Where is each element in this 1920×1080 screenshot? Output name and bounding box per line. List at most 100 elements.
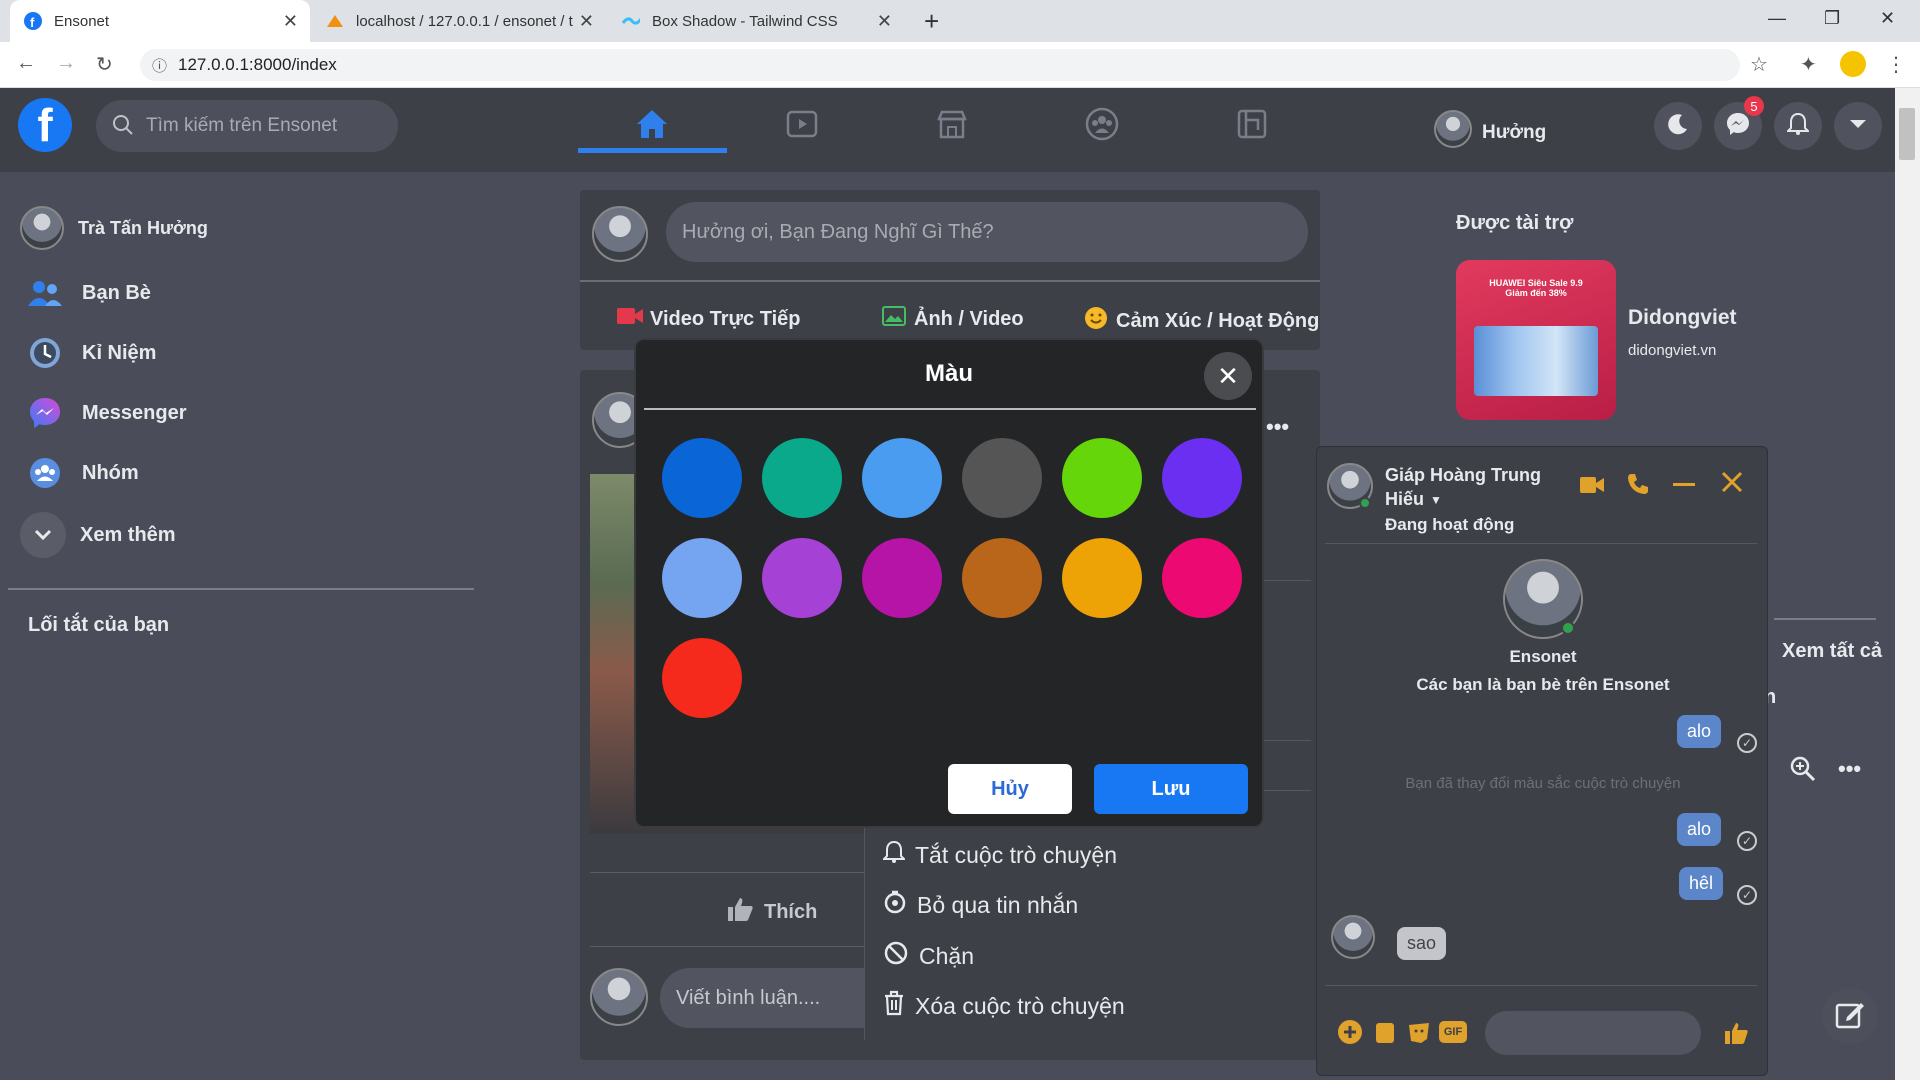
color-swatch[interactable] (1162, 538, 1242, 618)
color-swatch[interactable] (662, 538, 742, 618)
header-user-name[interactable]: Hưởng (1482, 122, 1546, 144)
ad-image[interactable]: HUAWEI Siêu Sale 9.9 Giảm đến 38% (1456, 260, 1616, 420)
cancel-button[interactable]: Hủy (948, 764, 1072, 814)
minimize-window-icon[interactable]: — (1768, 8, 1786, 29)
notifications-button[interactable] (1774, 102, 1822, 150)
ensonet-logo[interactable]: f (18, 98, 72, 152)
color-swatch[interactable] (1062, 438, 1142, 518)
back-arrow-icon[interactable]: ← (16, 52, 36, 75)
sidebar-profile[interactable]: Trà Tấn Hưởng (20, 206, 208, 250)
scrollbar-thumb[interactable] (1899, 108, 1915, 160)
messenger-button[interactable]: 5 (1714, 96, 1764, 150)
color-swatch[interactable] (1162, 438, 1242, 518)
browser-menu-icon[interactable]: ⋮ (1886, 52, 1906, 77)
close-window-icon[interactable]: ✕ (1880, 8, 1895, 29)
bookmark-star-icon[interactable]: ☆ (1750, 52, 1768, 77)
friends-icon (26, 274, 64, 312)
color-swatch[interactable] (862, 538, 942, 618)
browser-tab-ensonet[interactable]: f Ensonet ✕ (10, 0, 310, 42)
message-bubble[interactable]: hêl (1679, 867, 1724, 900)
photo-video-button[interactable]: Ảnh / Video (882, 306, 1024, 332)
message-bubble[interactable]: alo (1677, 813, 1722, 846)
add-attachment-icon[interactable] (1337, 1019, 1363, 1050)
menu-item-delete[interactable]: Xóa cuộc trò chuyện (883, 990, 1125, 1022)
commenter-avatar (590, 968, 648, 1026)
nav-marketplace-icon[interactable] (922, 102, 982, 146)
image-icon[interactable] (1373, 1021, 1397, 1050)
zoom-search-icon[interactable] (1790, 756, 1816, 787)
sticker-icon[interactable] (1407, 1021, 1431, 1050)
more-options-icon[interactable]: ••• (1838, 756, 1861, 782)
see-all-link[interactable]: Xem tất cả (1782, 640, 1882, 663)
color-swatch[interactable] (962, 538, 1042, 618)
reload-icon[interactable]: ↻ (96, 52, 113, 77)
like-button[interactable]: Thích (726, 896, 817, 928)
menu-item-mute[interactable]: Tắt cuộc trò chuyện (881, 840, 1117, 870)
url-field[interactable]: ⓘ 127.0.0.1:8000/index (140, 49, 1740, 81)
account-menu-button[interactable] (1834, 102, 1882, 150)
live-video-button[interactable]: Video Trực Tiếp (616, 306, 800, 332)
thumbs-up-icon[interactable] (1723, 1021, 1749, 1050)
color-swatch[interactable] (762, 538, 842, 618)
color-swatch[interactable] (862, 438, 942, 518)
minimize-chat-icon[interactable] (1673, 483, 1695, 486)
chat-message-input[interactable] (1485, 1011, 1701, 1055)
extensions-icon[interactable]: ✦ (1800, 52, 1817, 77)
header-avatar[interactable] (1434, 110, 1472, 148)
browser-tab-tailwind[interactable]: Box Shadow - Tailwind CSS ✕ (608, 0, 904, 42)
phone-call-icon[interactable] (1627, 473, 1649, 500)
close-modal-button[interactable]: ✕ (1204, 352, 1252, 400)
sidebar-item-memories[interactable]: Kỉ Niệm (26, 334, 156, 372)
sidebar-divider (8, 588, 474, 590)
sent-check-icon: ✓ (1737, 733, 1757, 753)
menu-item-block[interactable]: Chặn (883, 940, 974, 972)
close-tab-icon[interactable]: ✕ (579, 11, 594, 32)
sent-check-icon: ✓ (1737, 831, 1757, 851)
color-swatch[interactable] (662, 638, 742, 718)
ad-url[interactable]: didongviet.vn (1628, 342, 1716, 359)
nav-video-icon[interactable] (772, 102, 832, 146)
nav-home-icon[interactable] (622, 102, 682, 146)
search-input[interactable]: Tìm kiếm trên Ensonet (96, 100, 398, 152)
feeling-activity-button[interactable]: Cảm Xúc / Hoạt Động (1084, 306, 1319, 336)
ad-name[interactable]: Didongviet (1628, 306, 1737, 330)
online-dot (1359, 497, 1371, 509)
chat-contact-name[interactable]: Giáp Hoàng Trung (1385, 465, 1541, 486)
info-icon[interactable]: ⓘ (152, 55, 167, 76)
gif-icon[interactable]: GIF (1439, 1021, 1467, 1043)
sidebar-item-label: Xem thêm (80, 523, 176, 546)
color-swatch[interactable] (1062, 538, 1142, 618)
chevron-down-icon (20, 512, 66, 558)
close-tab-icon[interactable]: ✕ (877, 11, 892, 32)
color-swatch[interactable] (962, 438, 1042, 518)
color-swatch[interactable] (762, 438, 842, 518)
menu-item-ignore[interactable]: Bỏ qua tin nhắn (883, 890, 1078, 920)
video-call-icon[interactable] (1579, 475, 1605, 500)
nav-groups-icon[interactable] (1072, 102, 1132, 146)
profile-avatar-icon[interactable] (1840, 51, 1866, 77)
sidebar-item-messenger[interactable]: Messenger (26, 394, 187, 432)
modal-divider (644, 408, 1256, 410)
sidebar-item-groups[interactable]: Nhóm (26, 454, 139, 492)
composer-input[interactable]: Hưởng ơi, Bạn Đang Nghĩ Gì Thế? (666, 202, 1308, 262)
restore-window-icon[interactable]: ❐ (1824, 8, 1840, 29)
messenger-badge: 5 (1744, 96, 1764, 116)
messenger-icon (1725, 111, 1751, 142)
close-chat-icon[interactable] (1721, 471, 1743, 498)
message-bubble[interactable]: alo (1677, 715, 1722, 748)
save-button[interactable]: Lưu (1094, 764, 1248, 814)
nav-gaming-icon[interactable] (1222, 102, 1282, 146)
sidebar-item-see-more[interactable]: Xem thêm (20, 512, 176, 558)
forward-arrow-icon[interactable]: → (56, 52, 76, 75)
new-tab-button[interactable]: + (924, 6, 939, 37)
sidebar-item-friends[interactable]: Bạn Bè (26, 274, 151, 312)
chat-contact-name-line2[interactable]: Hiếu ▼ (1385, 489, 1442, 510)
browser-tab-phpmyadmin[interactable]: localhost / 127.0.0.1 / ensonet / t ✕ (312, 0, 606, 42)
dark-mode-button[interactable] (1654, 102, 1702, 150)
color-swatch[interactable] (662, 438, 742, 518)
message-bubble[interactable]: sao (1397, 927, 1447, 960)
close-tab-icon[interactable]: ✕ (283, 11, 298, 32)
page-scrollbar[interactable] (1895, 88, 1920, 1080)
new-message-button[interactable] (1822, 988, 1878, 1044)
post-options-icon[interactable]: ••• (1266, 414, 1289, 440)
